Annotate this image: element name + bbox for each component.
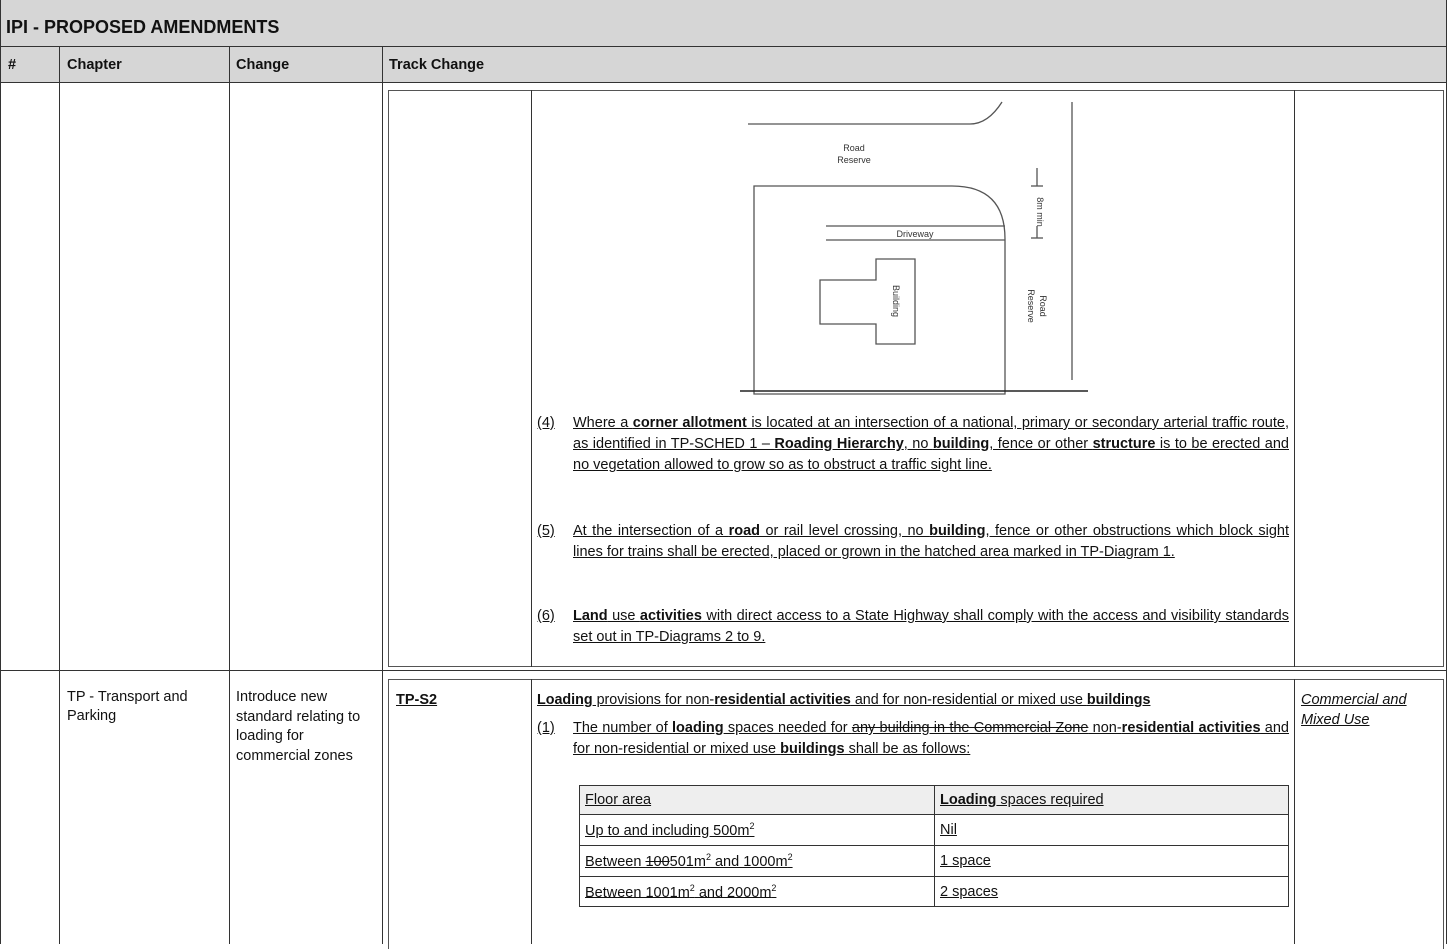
header-num: #	[8, 57, 17, 73]
table-row: Up to and including 500m2 Nil	[579, 814, 1289, 846]
clause-text: At the intersection of a road or rail le…	[573, 523, 1290, 560]
clause-number: (4)	[537, 415, 555, 431]
table-header-row: # Chapter Change Track Change	[0, 47, 1447, 83]
header-spaces: Loading spaces required	[934, 785, 1289, 815]
spaces-cell: Nil	[934, 814, 1289, 846]
row2-change: Introduce new standard relating to loadi…	[236, 689, 361, 764]
spaces-cell: 2 spaces	[934, 875, 1289, 908]
document-title-bar: IPI - PROPOSED AMENDMENTS	[0, 0, 1447, 47]
clause-text: Land use activities with direct access t…	[573, 608, 1289, 645]
table-row: Between 100501m2 and 1000m2 1 space	[579, 844, 1289, 877]
document-title: IPI - PROPOSED AMENDMENTS	[6, 17, 280, 37]
column-divider	[382, 47, 383, 944]
label-road-reserve-top-2: Reserve	[837, 155, 871, 165]
floor-area-cell: Between 1001m2 and 2000m2	[579, 875, 935, 908]
label-road-reserve-top: Road	[843, 143, 865, 153]
header-track-change: Track Change	[389, 57, 485, 73]
zone-label: Commercial and Mixed Use	[1301, 692, 1407, 728]
label-road-reserve-side: Road	[1038, 295, 1048, 317]
header-spaces-rest: spaces required	[996, 792, 1104, 808]
standard-code: TP-S2	[396, 692, 438, 708]
table-header-row: Floor area Loading spaces required	[579, 785, 1289, 815]
floor-area-cell: Up to and including 500m2	[579, 814, 935, 846]
table-row: Between 1001m2 and 2000m2 2 spaces	[579, 875, 1289, 908]
spaces-cell: 1 space	[934, 844, 1289, 877]
label-road-reserve-side-2: Reserve	[1026, 289, 1036, 323]
standard-heading: Loading provisions for non-residential a…	[537, 692, 1151, 708]
clause-number: (6)	[537, 608, 555, 624]
sight-line-diagram: Road Reserve Driveway Building 8m min Ro…	[740, 101, 1088, 395]
clause-number: (5)	[537, 523, 555, 539]
label-building: Building	[891, 285, 901, 317]
column-divider	[59, 47, 60, 944]
column-divider	[229, 47, 230, 944]
header-change: Change	[236, 57, 290, 73]
label-driveway: Driveway	[896, 229, 934, 239]
floor-area-cell: Between 100501m2 and 1000m2	[579, 844, 935, 877]
header-floor-area: Floor area	[579, 785, 935, 815]
inner-column-divider	[1294, 90, 1295, 667]
loading-table: Floor area Loading spaces required Up to…	[579, 785, 1289, 908]
header-chapter: Chapter	[67, 57, 122, 73]
clause-text: The number of loading spaces needed for …	[573, 720, 1289, 757]
header-spaces-bold: Loading	[940, 792, 997, 808]
clause-number: (1)	[537, 720, 555, 736]
inner-column-divider	[1294, 679, 1295, 944]
table-border-left	[0, 0, 1, 944]
row2-chapter: TP - Transport and Parking	[67, 689, 188, 724]
label-dimension: 8m min	[1035, 197, 1045, 227]
clause-text: Where a corner allotment is located at a…	[573, 415, 1289, 473]
inner-column-divider	[531, 679, 532, 944]
row-divider	[0, 670, 1447, 671]
inner-column-divider	[531, 90, 532, 667]
